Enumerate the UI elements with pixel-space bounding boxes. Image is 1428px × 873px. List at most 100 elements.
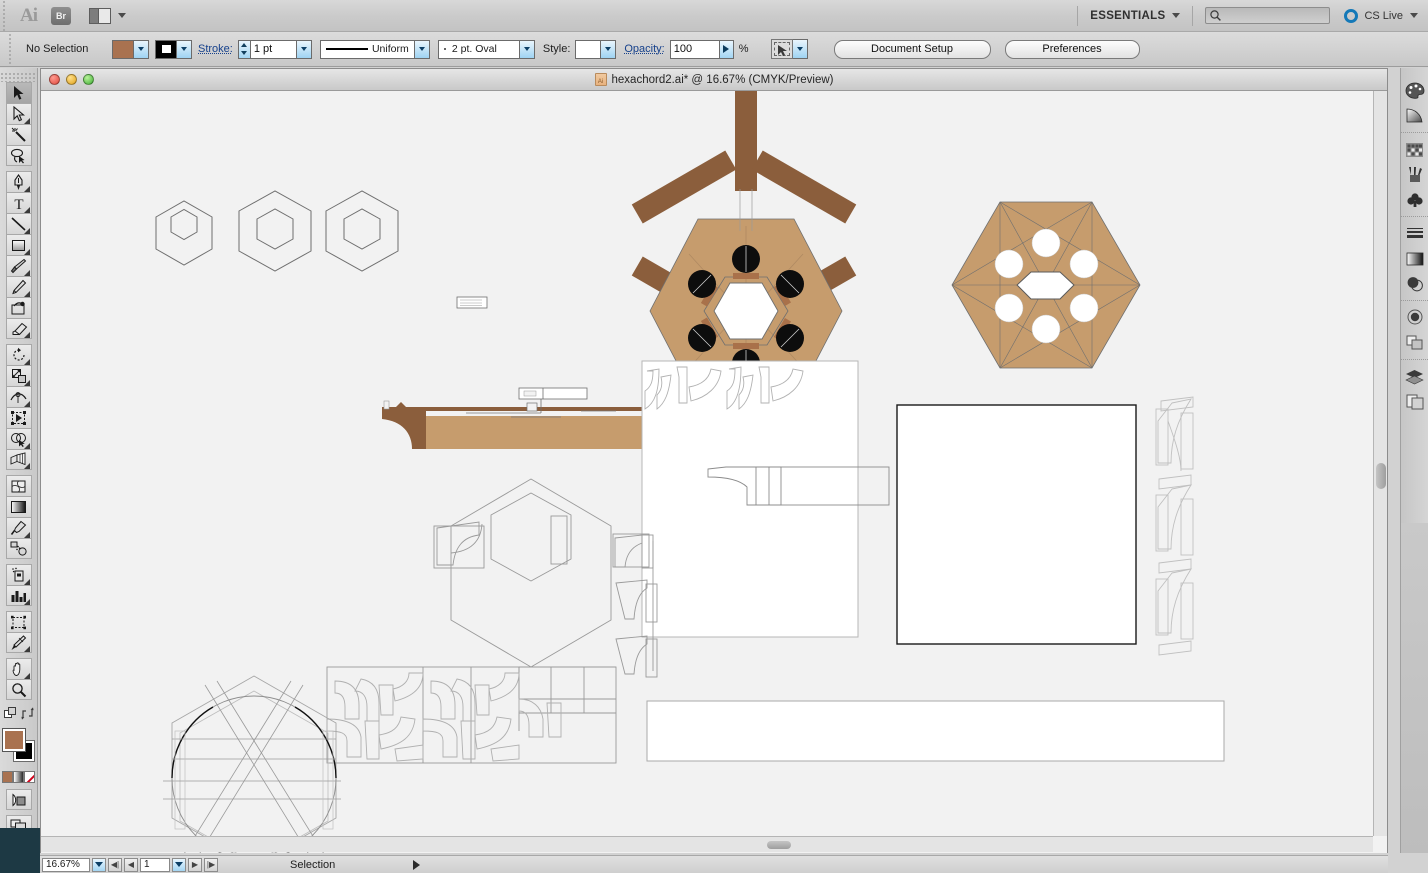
selection-tool[interactable]	[5, 82, 32, 103]
fill-color-control[interactable]	[112, 39, 149, 59]
select-similar-objects-icon[interactable]	[770, 39, 793, 59]
brush-preview[interactable]: 2 pt. Oval	[437, 39, 520, 59]
direct-selection-tool[interactable]	[5, 103, 32, 124]
symbol-sprayer-tool[interactable]	[5, 564, 32, 585]
width-profile-preview[interactable]: Uniform	[319, 39, 415, 59]
cs-live-menu[interactable]: CS Live	[1344, 8, 1418, 23]
magic-wand-tool[interactable]	[5, 124, 32, 145]
appearance-panel-icon[interactable]	[1402, 305, 1428, 330]
stroke-panel-icon[interactable]	[1402, 221, 1428, 246]
pen-tool[interactable]	[5, 171, 32, 192]
opacity-popup-button[interactable]	[719, 39, 734, 59]
color-mode-button[interactable]	[1, 771, 13, 783]
drawing-modes-button[interactable]	[5, 789, 32, 810]
graphic-style-control[interactable]	[575, 39, 617, 59]
graphic-styles-panel-icon[interactable]	[1402, 330, 1428, 355]
tools-panel-drag-grip[interactable]	[0, 72, 37, 82]
fill-swatch[interactable]	[1, 728, 26, 752]
stroke-weight-stepper[interactable]	[237, 39, 251, 59]
brush-definition-control[interactable]: 2 pt. Oval	[437, 39, 535, 59]
bridge-launch-icon[interactable]: Br	[51, 6, 71, 25]
select-similar-control[interactable]	[770, 39, 808, 59]
document-title-bar[interactable]: Ai hexachord2.ai* @ 16.67% (CMYK/Preview…	[41, 69, 1387, 91]
first-page-button[interactable]: ◀|	[108, 857, 122, 872]
brush-dropdown-button[interactable]	[519, 39, 535, 59]
gradient-tool[interactable]	[5, 496, 32, 517]
lasso-tool[interactable]	[5, 145, 32, 166]
stroke-color-control[interactable]	[155, 39, 192, 59]
zoom-level-dropdown-button[interactable]	[92, 857, 106, 872]
transparency-panel-icon[interactable]	[1402, 271, 1428, 296]
artboard-navigation-dropdown-button[interactable]	[172, 857, 186, 872]
artboard-number-input[interactable]: 1	[140, 857, 170, 872]
opacity-control[interactable]: 100 %	[669, 39, 749, 59]
opacity-input[interactable]: 100	[669, 39, 720, 59]
arrange-documents-button[interactable]	[89, 7, 126, 24]
stroke-weight-dropdown-button[interactable]	[296, 39, 312, 59]
previous-page-button[interactable]: ◀	[124, 857, 138, 872]
opacity-label[interactable]: Opacity:	[624, 43, 664, 55]
zoom-tool[interactable]	[5, 679, 32, 700]
gradient-mode-button[interactable]	[12, 771, 24, 783]
eyedropper-tool[interactable]	[5, 517, 32, 538]
stroke-weight-label[interactable]: Stroke:	[198, 43, 233, 55]
width-profile-dropdown-button[interactable]	[414, 39, 430, 59]
eraser-tool[interactable]	[5, 318, 32, 339]
slice-tool[interactable]	[5, 632, 32, 653]
stroke-dropdown-button[interactable]	[177, 39, 192, 59]
rotate-tool[interactable]	[5, 344, 32, 365]
graphic-style-thumbnail[interactable]	[575, 39, 602, 59]
document-setup-button[interactable]: Document Setup	[833, 39, 991, 59]
search-input[interactable]	[1205, 7, 1331, 24]
stroke-weight-control[interactable]: 1 pt	[237, 39, 312, 59]
swatches-panel-icon[interactable]	[1402, 137, 1428, 162]
stroke-color-swatch[interactable]	[155, 39, 177, 59]
variable-width-profile-control[interactable]: Uniform	[319, 39, 430, 59]
workspace-switcher[interactable]: ESSENTIALS	[1090, 10, 1181, 22]
hand-tool[interactable]	[5, 658, 32, 679]
paintbrush-tool[interactable]	[5, 255, 32, 276]
horizontal-scrollbar[interactable]	[41, 836, 1373, 852]
width-tool[interactable]	[5, 386, 32, 407]
last-page-button[interactable]: |▶	[204, 857, 218, 872]
rectangle-tool[interactable]	[5, 234, 32, 255]
type-tool[interactable]: T	[5, 192, 32, 213]
shape-builder-tool[interactable]	[5, 428, 32, 449]
default-fill-stroke-icon[interactable]	[3, 706, 17, 720]
preferences-button[interactable]: Preferences	[1004, 39, 1140, 59]
symbols-panel-icon[interactable]	[1402, 187, 1428, 212]
none-mode-button[interactable]	[23, 771, 35, 783]
line-segment-tool[interactable]	[5, 213, 32, 234]
fill-and-stroke-swatches[interactable]	[1, 727, 36, 767]
color-panel-icon[interactable]	[1402, 78, 1428, 103]
artboard-canvas[interactable]	[41, 91, 1387, 853]
layers-panel-icon[interactable]	[1402, 364, 1428, 389]
swap-fill-stroke-icon[interactable]	[20, 706, 34, 720]
next-page-button[interactable]: ▶	[188, 857, 202, 872]
blend-tool[interactable]	[5, 538, 32, 559]
blob-brush-tool[interactable]	[5, 297, 32, 318]
horizontal-scrollbar-thumb[interactable]	[767, 841, 791, 849]
graphic-style-dropdown-button[interactable]	[601, 39, 617, 59]
perspective-grid-tool[interactable]	[5, 449, 32, 470]
appbar-drag-grip[interactable]	[0, 0, 10, 32]
vertical-scrollbar[interactable]	[1373, 91, 1387, 836]
fill-color-swatch[interactable]	[112, 39, 134, 59]
brushes-panel-icon[interactable]	[1402, 162, 1428, 187]
zoom-level-input[interactable]: 16.67%	[42, 857, 90, 872]
gradient-panel-icon[interactable]	[1402, 246, 1428, 271]
mesh-tool[interactable]	[5, 475, 32, 496]
status-menu-button[interactable]	[413, 859, 421, 870]
artboard-tool[interactable]	[5, 611, 32, 632]
vertical-scrollbar-thumb[interactable]	[1376, 463, 1386, 489]
select-similar-dropdown-button[interactable]	[792, 39, 808, 59]
stroke-weight-input[interactable]: 1 pt	[250, 39, 297, 59]
pencil-tool[interactable]	[5, 276, 32, 297]
color-guide-panel-icon[interactable]	[1402, 103, 1428, 128]
scale-tool[interactable]	[5, 365, 32, 386]
column-graph-tool[interactable]	[5, 585, 32, 606]
free-transform-tool[interactable]	[5, 407, 32, 428]
artboards-panel-icon[interactable]	[1402, 389, 1428, 414]
controlbar-drag-grip[interactable]	[6, 33, 16, 65]
fill-dropdown-button[interactable]	[134, 39, 149, 59]
